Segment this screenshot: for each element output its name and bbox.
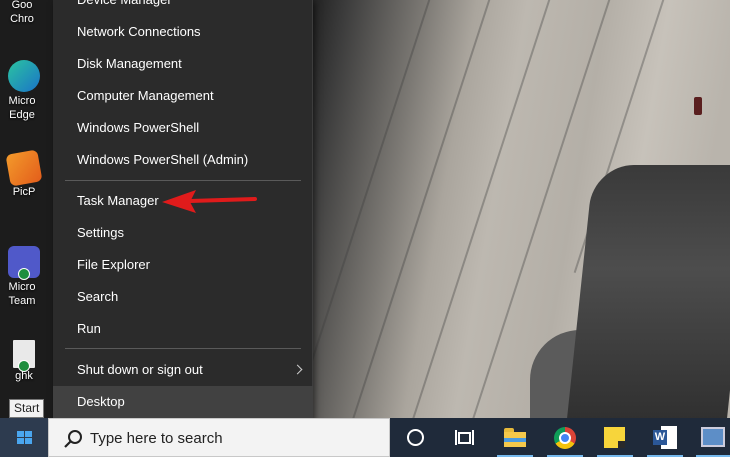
desktop-icon-label: Micro Team xyxy=(8,281,36,307)
rock-streak xyxy=(348,0,494,418)
edge-icon xyxy=(8,60,40,92)
menu-item-settings[interactable]: Settings xyxy=(53,217,313,249)
desktop-icon-label: Micro Edge xyxy=(8,95,36,121)
desktop-icon-label: PicP xyxy=(12,186,36,198)
search-placeholder: Type here to search xyxy=(90,430,223,447)
menu-item-label: Shut down or sign out xyxy=(77,362,203,377)
desktop-icon-picpick[interactable]: PicP xyxy=(0,149,48,198)
task-view-icon[interactable] xyxy=(455,430,474,445)
file-explorer-icon[interactable] xyxy=(504,428,526,447)
desktop-icon-label: Goo Chro xyxy=(10,0,34,25)
search-icon xyxy=(64,430,82,448)
windows-logo-icon xyxy=(17,431,32,445)
menu-item-network-connections[interactable]: Network Connections xyxy=(53,16,313,48)
menu-item-file-explorer[interactable]: File Explorer xyxy=(53,249,313,281)
menu-item-disk-management[interactable]: Disk Management xyxy=(53,48,313,80)
desktop-icon-edge[interactable]: Micro Edge xyxy=(0,60,48,122)
chrome-icon[interactable] xyxy=(554,427,576,449)
chevron-right-icon xyxy=(292,364,303,375)
word-icon[interactable]: W xyxy=(653,426,677,449)
sync-check-icon xyxy=(18,268,30,280)
menu-separator xyxy=(65,348,301,349)
desktop-icon-teams[interactable]: Micro Team xyxy=(0,246,48,308)
annotation-arrow-icon xyxy=(162,190,257,213)
taskbar-search-box[interactable]: Type here to search xyxy=(48,418,390,457)
menu-item-run[interactable]: Run xyxy=(53,313,313,345)
menu-item-computer-management[interactable]: Computer Management xyxy=(53,80,313,112)
menu-item-shut-down[interactable]: Shut down or sign out xyxy=(53,354,313,386)
menu-item-windows-powershell[interactable]: Windows PowerShell xyxy=(53,112,313,144)
dark-rock-face xyxy=(566,165,730,418)
climber-figure xyxy=(694,97,702,115)
cortana-icon[interactable] xyxy=(407,429,424,446)
rock-streak xyxy=(408,0,554,418)
start-tooltip: Start xyxy=(9,399,45,418)
menu-item-windows-powershell-admin[interactable]: Windows PowerShell (Admin) xyxy=(53,144,313,176)
start-button[interactable] xyxy=(0,418,48,457)
picpick-icon xyxy=(5,149,43,187)
remote-desktop-icon[interactable] xyxy=(701,427,725,447)
desktop-icon-chrome[interactable]: Goo Chro xyxy=(0,0,48,26)
menu-item-device-manager[interactable]: Device Manager xyxy=(53,0,313,16)
desktop-icon-file[interactable]: ghk xyxy=(0,340,48,382)
sync-check-icon xyxy=(18,360,30,372)
menu-item-desktop[interactable]: Desktop xyxy=(53,386,313,418)
taskbar: Type here to search W xyxy=(0,418,730,457)
menu-item-search[interactable]: Search xyxy=(53,281,313,313)
sticky-notes-icon[interactable] xyxy=(604,427,625,448)
menu-separator xyxy=(65,180,301,181)
